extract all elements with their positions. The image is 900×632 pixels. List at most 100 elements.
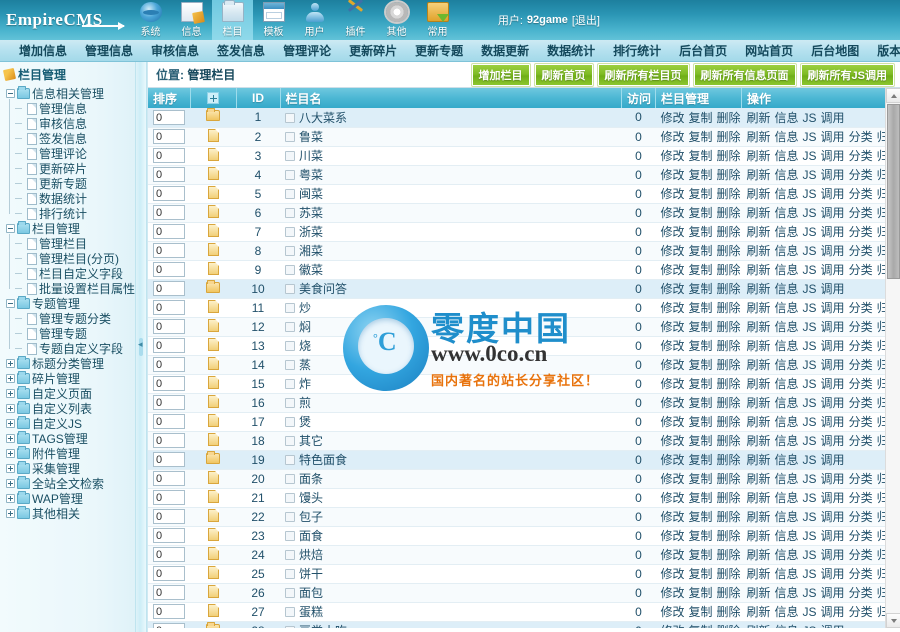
sort-input[interactable] — [153, 414, 185, 430]
copy-link[interactable]: 复制 — [689, 453, 713, 467]
sort-input[interactable] — [153, 547, 185, 563]
copy-link[interactable]: 复制 — [689, 472, 713, 486]
column-name-label[interactable]: 蛋糕 — [299, 605, 323, 619]
column-name-label[interactable]: 烘焙 — [299, 548, 323, 562]
refresh-link[interactable]: 刷新 — [747, 453, 771, 467]
sort-input[interactable] — [153, 281, 185, 297]
copy-link[interactable]: 复制 — [689, 339, 713, 353]
delete-link[interactable]: 删除 — [717, 529, 741, 543]
refresh-link[interactable]: 刷新 — [747, 130, 771, 144]
column-name-label[interactable]: 煲 — [299, 415, 311, 429]
info-link[interactable]: 信息 — [775, 377, 799, 391]
sidebar-group-11[interactable]: 全站全文检索 — [4, 476, 135, 491]
copy-link[interactable]: 复制 — [689, 263, 713, 277]
delete-link[interactable]: 删除 — [717, 206, 741, 220]
refresh-link[interactable]: 刷新 — [747, 586, 771, 600]
js-link[interactable]: JS — [803, 605, 817, 619]
call-link[interactable]: 调用 — [821, 130, 845, 144]
edit-link[interactable]: 修改 — [661, 282, 685, 296]
category-link[interactable]: 分类 — [849, 472, 873, 486]
info-link[interactable]: 信息 — [775, 415, 799, 429]
delete-link[interactable]: 删除 — [717, 225, 741, 239]
call-link[interactable]: 调用 — [821, 263, 845, 277]
plus-toggle-icon[interactable] — [6, 464, 15, 473]
copy-link[interactable]: 复制 — [689, 548, 713, 562]
refresh-link[interactable]: 刷新 — [747, 529, 771, 543]
row-checkbox-icon[interactable] — [285, 132, 295, 142]
column-name-label[interactable]: 川菜 — [299, 149, 323, 163]
row-checkbox-icon[interactable] — [285, 112, 295, 123]
plus-toggle-icon[interactable] — [6, 359, 15, 368]
sort-input[interactable] — [153, 490, 185, 506]
minus-toggle-icon[interactable] — [6, 299, 15, 308]
js-link[interactable]: JS — [803, 624, 817, 628]
category-link[interactable]: 分类 — [849, 605, 873, 619]
sort-input[interactable] — [153, 471, 185, 487]
delete-link[interactable]: 删除 — [717, 130, 741, 144]
call-link[interactable]: 调用 — [821, 434, 845, 448]
copy-link[interactable]: 复制 — [689, 187, 713, 201]
copy-link[interactable]: 复制 — [689, 624, 713, 628]
subnav-item-0[interactable]: 增加信息 — [10, 42, 76, 59]
subnav-item-7[interactable]: 数据更新 — [472, 42, 538, 59]
edit-link[interactable]: 修改 — [661, 358, 685, 372]
column-name-label[interactable]: 闽菜 — [299, 187, 323, 201]
copy-link[interactable]: 复制 — [689, 586, 713, 600]
column-name-label[interactable]: 鲁菜 — [299, 130, 323, 144]
row-checkbox-icon[interactable] — [285, 246, 295, 256]
column-name-label[interactable]: 蒸 — [299, 358, 311, 372]
refresh-link[interactable]: 刷新 — [747, 472, 771, 486]
subnav-item-2[interactable]: 审核信息 — [142, 42, 208, 59]
sort-input[interactable] — [153, 224, 185, 240]
call-link[interactable]: 调用 — [821, 301, 845, 315]
copy-link[interactable]: 复制 — [689, 377, 713, 391]
info-link[interactable]: 信息 — [775, 244, 799, 258]
call-link[interactable]: 调用 — [821, 320, 845, 334]
th-sort[interactable]: 排序 — [148, 88, 191, 108]
column-name-label[interactable]: 面食 — [299, 529, 323, 543]
delete-link[interactable]: 删除 — [717, 377, 741, 391]
sidebar-group-8[interactable]: TAGS管理 — [4, 431, 135, 446]
copy-link[interactable]: 复制 — [689, 358, 713, 372]
delete-link[interactable]: 删除 — [717, 339, 741, 353]
column-name-label[interactable]: 美食问答 — [299, 282, 347, 296]
info-link[interactable]: 信息 — [775, 225, 799, 239]
column-name-label[interactable]: 粤菜 — [299, 168, 323, 182]
row-checkbox-icon[interactable] — [285, 398, 295, 408]
sidebar-group-1[interactable]: 栏目管理 — [4, 221, 135, 236]
plus-toggle-icon[interactable] — [6, 389, 15, 398]
sidebar-group-5[interactable]: 自定义页面 — [4, 386, 135, 401]
column-name-label[interactable]: 炒 — [299, 301, 311, 315]
delete-link[interactable]: 删除 — [717, 244, 741, 258]
call-link[interactable]: 调用 — [821, 624, 845, 628]
edit-link[interactable]: 修改 — [661, 301, 685, 315]
topnav-item-template[interactable]: 模板 — [253, 0, 294, 40]
edit-link[interactable]: 修改 — [661, 168, 685, 182]
plus-toggle-icon[interactable] — [6, 509, 15, 518]
call-link[interactable]: 调用 — [821, 358, 845, 372]
sort-input[interactable] — [153, 528, 185, 544]
refresh-link[interactable]: 刷新 — [747, 263, 771, 277]
info-link[interactable]: 信息 — [775, 320, 799, 334]
call-link[interactable]: 调用 — [821, 472, 845, 486]
info-link[interactable]: 信息 — [775, 567, 799, 581]
category-link[interactable]: 分类 — [849, 567, 873, 581]
sort-input[interactable] — [153, 566, 185, 582]
sort-input[interactable] — [153, 300, 185, 316]
info-link[interactable]: 信息 — [775, 358, 799, 372]
category-link[interactable]: 分类 — [849, 396, 873, 410]
js-link[interactable]: JS — [803, 282, 817, 296]
sort-input[interactable] — [153, 623, 185, 628]
edit-link[interactable]: 修改 — [661, 187, 685, 201]
sidebar-item-0-5[interactable]: 更新专题 — [9, 176, 135, 191]
column-name-label[interactable]: 烧 — [299, 339, 311, 353]
topnav-item-common[interactable]: 常用 — [417, 0, 458, 40]
column-name-label[interactable]: 八大菜系 — [299, 111, 347, 125]
refresh-link[interactable]: 刷新 — [747, 567, 771, 581]
delete-link[interactable]: 删除 — [717, 187, 741, 201]
call-link[interactable]: 调用 — [821, 453, 845, 467]
edit-link[interactable]: 修改 — [661, 586, 685, 600]
call-link[interactable]: 调用 — [821, 282, 845, 296]
info-link[interactable]: 信息 — [775, 586, 799, 600]
sort-input[interactable] — [153, 433, 185, 449]
